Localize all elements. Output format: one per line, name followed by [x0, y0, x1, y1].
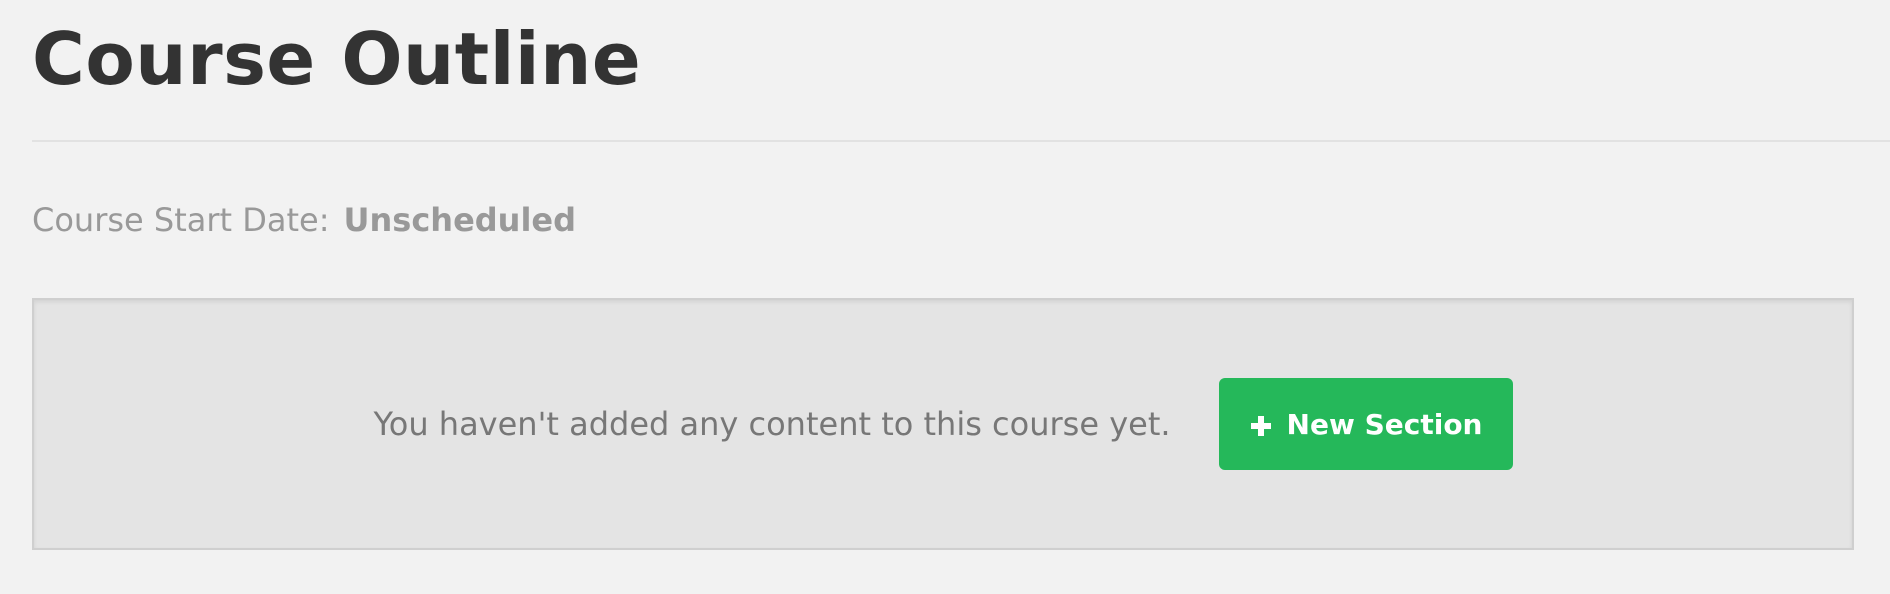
plus-icon	[1249, 412, 1273, 436]
new-section-label: New Section	[1286, 407, 1483, 441]
title-divider	[32, 140, 1890, 142]
course-start-date-value: Unscheduled	[343, 201, 577, 239]
course-start-date: Course Start Date: Unscheduled	[32, 200, 576, 240]
new-section-button[interactable]: New Section	[1218, 378, 1513, 470]
course-start-date-label: Course Start Date:	[32, 201, 330, 239]
page-title: Course Outline	[32, 17, 642, 101]
empty-outline-panel: You haven't added any content to this co…	[32, 298, 1854, 550]
empty-state-message: You haven't added any content to this co…	[373, 405, 1171, 443]
